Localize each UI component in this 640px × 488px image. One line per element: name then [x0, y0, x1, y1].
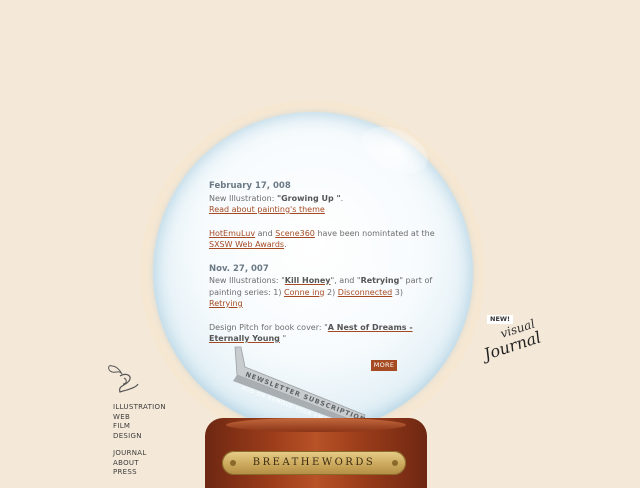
nav-item-film[interactable]: FILM: [113, 422, 166, 432]
nav-item-illustration[interactable]: ILLUSTRATION: [113, 403, 166, 413]
site-name: BREATHEWORDS: [252, 457, 376, 468]
newsletter-ribbon[interactable]: NEWSLETTER SUBSCRIPTION ADD OR REMOVE YO…: [225, 345, 385, 425]
news-entry: Design Pitch for book cover: "A Nest of …: [209, 322, 413, 344]
retrying-link[interactable]: Retrying: [209, 299, 243, 308]
news-date: February 17, 008: [209, 181, 291, 191]
site-name-plaque[interactable]: BREATHEWORDS: [222, 451, 406, 475]
kill-honey-link[interactable]: Kill Honey: [285, 276, 331, 285]
nav-item-design[interactable]: DESIGN: [113, 432, 166, 442]
nav-item-web[interactable]: WEB: [113, 413, 166, 423]
new-badge: NEW!: [487, 315, 514, 324]
news-date: Nov. 27, 007: [209, 263, 269, 274]
nav-divider: [113, 441, 166, 449]
disconnected-link[interactable]: Disconnected: [338, 288, 392, 297]
news-entry: Nov. 27, 007 New Illustrations: "Kill Ho…: [209, 263, 433, 309]
scene360-link[interactable]: Scene360: [275, 229, 315, 238]
painting-theme-link[interactable]: Read about painting's theme: [209, 205, 325, 214]
nav-item-press[interactable]: PRESS: [113, 468, 166, 478]
nav-item-journal[interactable]: JOURNAL: [113, 449, 166, 459]
news-entry: HotEmuLuv and Scene360 have been nominta…: [209, 228, 435, 250]
connecting-link[interactable]: Conne ing: [284, 288, 324, 297]
sxsw-awards-link[interactable]: SXSW Web Awards: [209, 240, 284, 249]
news-feed: February 17, 008 New Illustration: "Grow…: [209, 180, 439, 357]
visual-journal-link[interactable]: visual Journal: [478, 318, 568, 366]
nav-item-about[interactable]: ABOUT: [113, 459, 166, 469]
butterfly-logo-icon[interactable]: [106, 362, 142, 394]
hotemuluv-link[interactable]: HotEmuLuv: [209, 229, 255, 238]
globe-base-rim: [226, 418, 406, 432]
main-navigation: ILLUSTRATION WEB FILM DESIGN JOURNAL ABO…: [113, 403, 166, 478]
news-entry: February 17, 008 New Illustration: "Grow…: [209, 181, 344, 214]
